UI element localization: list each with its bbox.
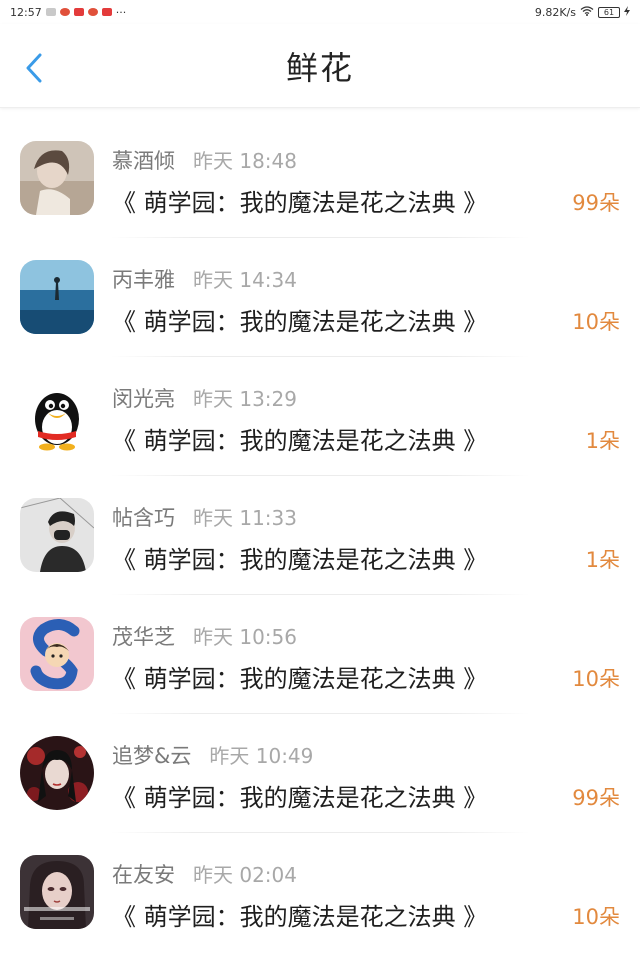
back-button[interactable] <box>18 52 50 84</box>
timestamp: 昨天 10:49 <box>209 744 314 768</box>
app-notification-icon <box>101 8 112 16</box>
username[interactable]: 丙丰雅 <box>112 264 175 294</box>
username[interactable]: 帖含巧 <box>112 502 175 532</box>
item-meta: 丙丰雅 昨天 14:34 <box>112 264 297 294</box>
flower-count: 99朵 <box>572 786 620 810</box>
list-item[interactable]: 帖含巧 昨天 11:33 《 萌学园：我的魔法是花之法典 》 1朵 <box>0 476 640 595</box>
avatar[interactable] <box>20 498 94 572</box>
charging-icon <box>624 5 630 19</box>
flower-list: 慕酒倾 昨天 18:48 《 萌学园：我的魔法是花之法典 》 99朵 丙丰雅 昨… <box>0 119 640 952</box>
list-item[interactable]: 闵光亮 昨天 13:29 《 萌学园：我的魔法是花之法典 》 1朵 <box>0 357 640 476</box>
username[interactable]: 慕酒倾 <box>112 145 175 175</box>
chevron-left-icon <box>26 53 42 83</box>
list-item[interactable]: 茂华芝 昨天 10:56 《 萌学园：我的魔法是花之法典 》 10朵 <box>0 595 640 714</box>
flower-count: 99朵 <box>572 191 620 215</box>
item-meta: 在友安 昨天 02:04 <box>112 859 297 889</box>
list-item[interactable]: 追梦&云 昨天 10:49 《 萌学园：我的魔法是花之法典 》 99朵 <box>0 714 640 833</box>
book-title[interactable]: 《 萌学园：我的魔法是花之法典 》 <box>112 897 487 932</box>
item-meta: 慕酒倾 昨天 18:48 <box>112 145 297 175</box>
timestamp: 昨天 13:29 <box>193 387 297 411</box>
username[interactable]: 在友安 <box>112 859 175 889</box>
timestamp: 昨天 18:48 <box>193 149 297 173</box>
avatar[interactable] <box>20 141 94 215</box>
header: 鲜花 <box>0 24 640 108</box>
item-meta: 茂华芝 昨天 10:56 <box>112 621 297 651</box>
username[interactable]: 闵光亮 <box>112 383 175 413</box>
flower-count: 10朵 <box>572 310 620 334</box>
timestamp: 昨天 10:56 <box>193 625 297 649</box>
battery-icon: 61 <box>598 6 620 18</box>
wifi-icon <box>580 5 594 19</box>
book-title[interactable]: 《 萌学园：我的魔法是花之法典 》 <box>112 659 487 694</box>
weibo-icon <box>59 8 70 16</box>
item-meta: 追梦&云 昨天 10:49 <box>112 740 313 770</box>
flower-count: 1朵 <box>585 429 620 453</box>
battery-level: 61 <box>603 7 615 17</box>
username[interactable]: 茂华芝 <box>112 621 175 651</box>
list-item[interactable]: 丙丰雅 昨天 14:34 《 萌学园：我的魔法是花之法典 》 10朵 <box>0 238 640 357</box>
network-speed: 9.82K/s <box>534 5 576 19</box>
timestamp: 昨天 02:04 <box>193 863 297 887</box>
flower-count: 10朵 <box>572 905 620 929</box>
item-meta: 闵光亮 昨天 13:29 <box>112 383 297 413</box>
item-meta: 帖含巧 昨天 11:33 <box>112 502 297 532</box>
list-item[interactable]: 在友安 昨天 02:04 《 萌学园：我的魔法是花之法典 》 10朵 <box>0 833 640 952</box>
book-title[interactable]: 《 萌学园：我的魔法是花之法典 》 <box>112 302 487 337</box>
book-title[interactable]: 《 萌学园：我的魔法是花之法典 》 <box>112 778 487 813</box>
timestamp: 昨天 11:33 <box>193 506 297 530</box>
status-time: 12:57 <box>10 5 42 19</box>
book-title[interactable]: 《 萌学园：我的魔法是花之法典 》 <box>112 421 487 456</box>
avatar[interactable] <box>20 855 94 929</box>
status-left: 12:57 ··· <box>10 6 126 19</box>
timestamp: 昨天 14:34 <box>193 268 297 292</box>
avatar[interactable] <box>20 379 94 453</box>
status-bar: 12:57 ··· 9.82K/s 61 <box>0 0 640 24</box>
page-title: 鲜花 <box>285 48 354 87</box>
avatar[interactable] <box>20 736 94 810</box>
weibo-icon <box>87 8 98 16</box>
status-right: 9.82K/s 61 <box>534 5 630 19</box>
avatar[interactable] <box>20 617 94 691</box>
flower-count: 10朵 <box>572 667 620 691</box>
username[interactable]: 追梦&云 <box>112 740 191 770</box>
notification-icon <box>45 8 56 16</box>
list-item[interactable]: 慕酒倾 昨天 18:48 《 萌学园：我的魔法是花之法典 》 99朵 <box>0 119 640 238</box>
avatar[interactable] <box>20 260 94 334</box>
book-title[interactable]: 《 萌学园：我的魔法是花之法典 》 <box>112 183 487 218</box>
flower-count: 1朵 <box>585 548 620 572</box>
app-notification-icon <box>73 8 84 16</box>
more-notifications: ··· <box>115 5 127 19</box>
book-title[interactable]: 《 萌学园：我的魔法是花之法典 》 <box>112 540 487 575</box>
